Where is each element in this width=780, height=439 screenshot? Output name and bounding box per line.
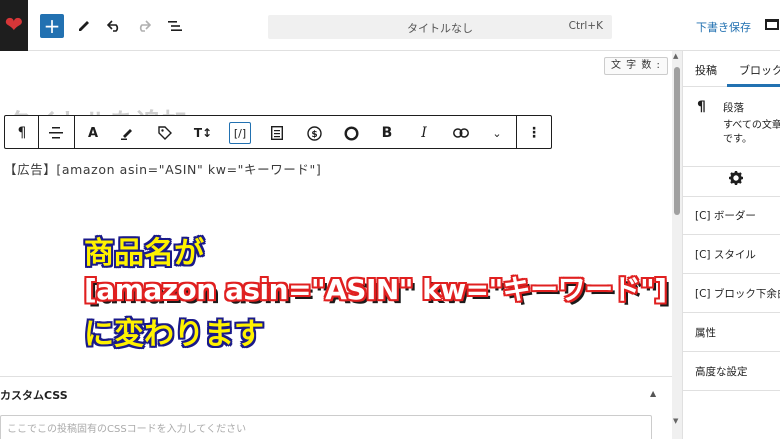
highlighter-icon[interactable] [116, 122, 138, 144]
command-shortcut: Ctrl+K [568, 20, 603, 32]
custom-css-label[interactable]: カスタムCSS [0, 387, 68, 403]
link-icon[interactable] [450, 122, 472, 144]
chevron-down-icon[interactable]: ⌄ [486, 122, 508, 144]
undo-icon[interactable] [102, 14, 126, 38]
panel-block-margin[interactable]: [C] ブロック下余白 [683, 275, 780, 313]
heart-icon: ❤ [4, 12, 24, 38]
svg-text:$: $ [311, 130, 317, 140]
circle-icon[interactable] [340, 122, 362, 144]
italic-icon[interactable]: I [413, 122, 435, 144]
align-icon[interactable] [45, 122, 67, 144]
custom-css-panel: カスタムCSS ▲ ここでこの投稿固有のCSSコードを入力してください [0, 376, 672, 439]
toolbar-divider [38, 116, 39, 148]
settings-sidebar: 投稿 ブロック ¶ 段落 すべての文章 です。 [C] ボーダー [C] スタイ… [682, 51, 780, 439]
block-description: すべての文章 です。 [723, 119, 780, 147]
paragraph-icon[interactable]: ¶ [11, 122, 33, 144]
scroll-up-icon[interactable]: ▲ [673, 52, 678, 60]
collapse-caret-icon[interactable]: ▲ [650, 389, 656, 398]
toolbar-divider [516, 116, 517, 148]
add-block-button[interactable]: + [40, 14, 64, 38]
save-draft-button[interactable]: 下書き保存 [696, 19, 751, 35]
paragraph-icon: ¶ [697, 99, 706, 115]
caption-line-2: [amazon asin="ASIN" kw="キーワード"] [84, 273, 667, 306]
block-description-line: です。 [723, 134, 752, 145]
bold-icon[interactable]: B [376, 122, 398, 144]
editor-canvas: 文 字 数 : タイトルを追加 ¶ A T↕ [/] $ B I ⌄ [0, 51, 682, 439]
block-description-line: すべての文章 [723, 120, 780, 131]
block-card: ¶ 段落 すべての文章 です。 [683, 87, 780, 167]
panel-attributes[interactable]: 属性 [683, 314, 780, 352]
custom-css-input[interactable]: ここでこの投稿固有のCSSコードを入力してください [0, 415, 652, 439]
preview-icon[interactable] [765, 19, 779, 30]
site-logo[interactable]: ❤ [0, 0, 28, 51]
paragraph-shortcode-text[interactable]: 【広告】[amazon asin="ASIN" kw="キーワード"] [4, 159, 321, 178]
sidebar-tabs: 投稿 ブロック [683, 51, 780, 87]
block-options-icon[interactable]: ⋮ [523, 122, 545, 144]
font-size-icon[interactable]: T↕ [192, 122, 214, 144]
gear-icon[interactable] [729, 171, 743, 189]
list-icon[interactable] [266, 122, 288, 144]
toolbar-divider [74, 116, 75, 148]
scroll-down-icon[interactable]: ▼ [673, 417, 678, 425]
word-count-badge: 文 字 数 : [604, 57, 668, 75]
block-toolbar: ¶ A T↕ [/] $ B I ⌄ ⋮ [4, 115, 552, 149]
panel-advanced[interactable]: 高度な設定 [683, 353, 780, 391]
redo-icon[interactable] [132, 14, 156, 38]
scrollbar-thumb[interactable] [674, 67, 680, 215]
tab-block[interactable]: ブロック [739, 62, 780, 78]
command-title: タイトルなし [407, 22, 473, 35]
panel-style[interactable]: [C] スタイル [683, 236, 780, 274]
text-color-icon[interactable]: A [82, 122, 104, 144]
tag-icon[interactable] [154, 122, 176, 144]
caption-line-1: 商品名が [84, 236, 204, 271]
tab-post[interactable]: 投稿 [695, 62, 717, 78]
panel-border[interactable]: [C] ボーダー [683, 197, 780, 235]
document-overview-icon[interactable] [163, 14, 187, 38]
command-palette[interactable]: タイトルなし Ctrl+K [268, 15, 612, 39]
editor-top-bar: ❤ + タイトルなし Ctrl+K 下書き保存 [0, 0, 780, 51]
block-name: 段落 [723, 102, 744, 114]
canvas-scrollbar[interactable]: ▲ ▼ [672, 51, 682, 439]
tools-pen-icon[interactable] [72, 14, 96, 38]
shortcode-icon[interactable]: [/] [229, 122, 251, 144]
currency-icon[interactable]: $ [303, 122, 325, 144]
caption-line-3: に変わります [84, 317, 264, 352]
